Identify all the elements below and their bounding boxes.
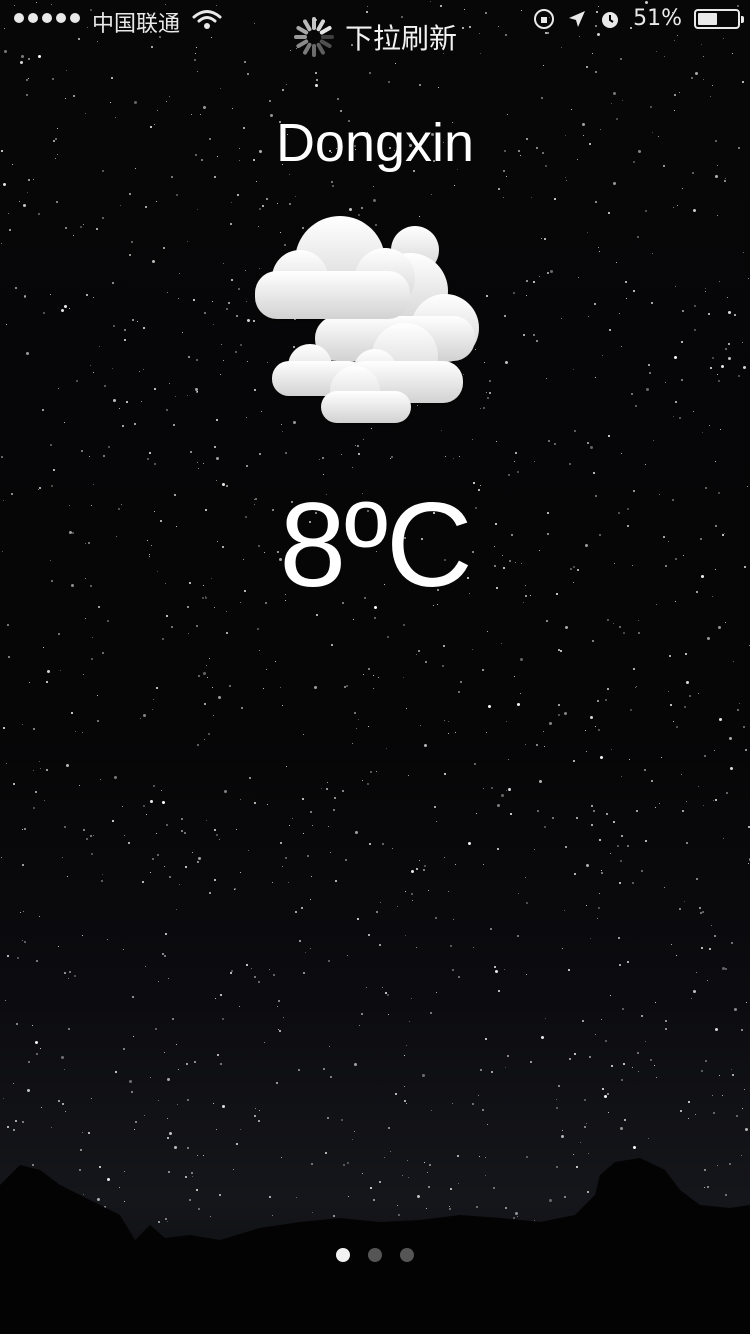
weather-screen[interactable]: 中国联通 51% 下拉刷新 Dongxin 8ºC xyxy=(0,0,750,1334)
refresh-label: 下拉刷新 xyxy=(344,22,457,55)
page-dot[interactable] xyxy=(400,1248,414,1262)
city-name: Dongxin xyxy=(275,113,475,173)
spinner-icon xyxy=(293,17,334,57)
temperature: 8ºC xyxy=(279,478,472,612)
page-indicator[interactable] xyxy=(0,1248,750,1262)
page-dot[interactable] xyxy=(336,1248,350,1262)
page-dot[interactable] xyxy=(368,1248,382,1262)
partly-cloudy-night-icon xyxy=(255,216,479,423)
pull-to-refresh-indicator: 下拉刷新 xyxy=(0,16,750,58)
starry-sky-background xyxy=(0,0,750,1334)
